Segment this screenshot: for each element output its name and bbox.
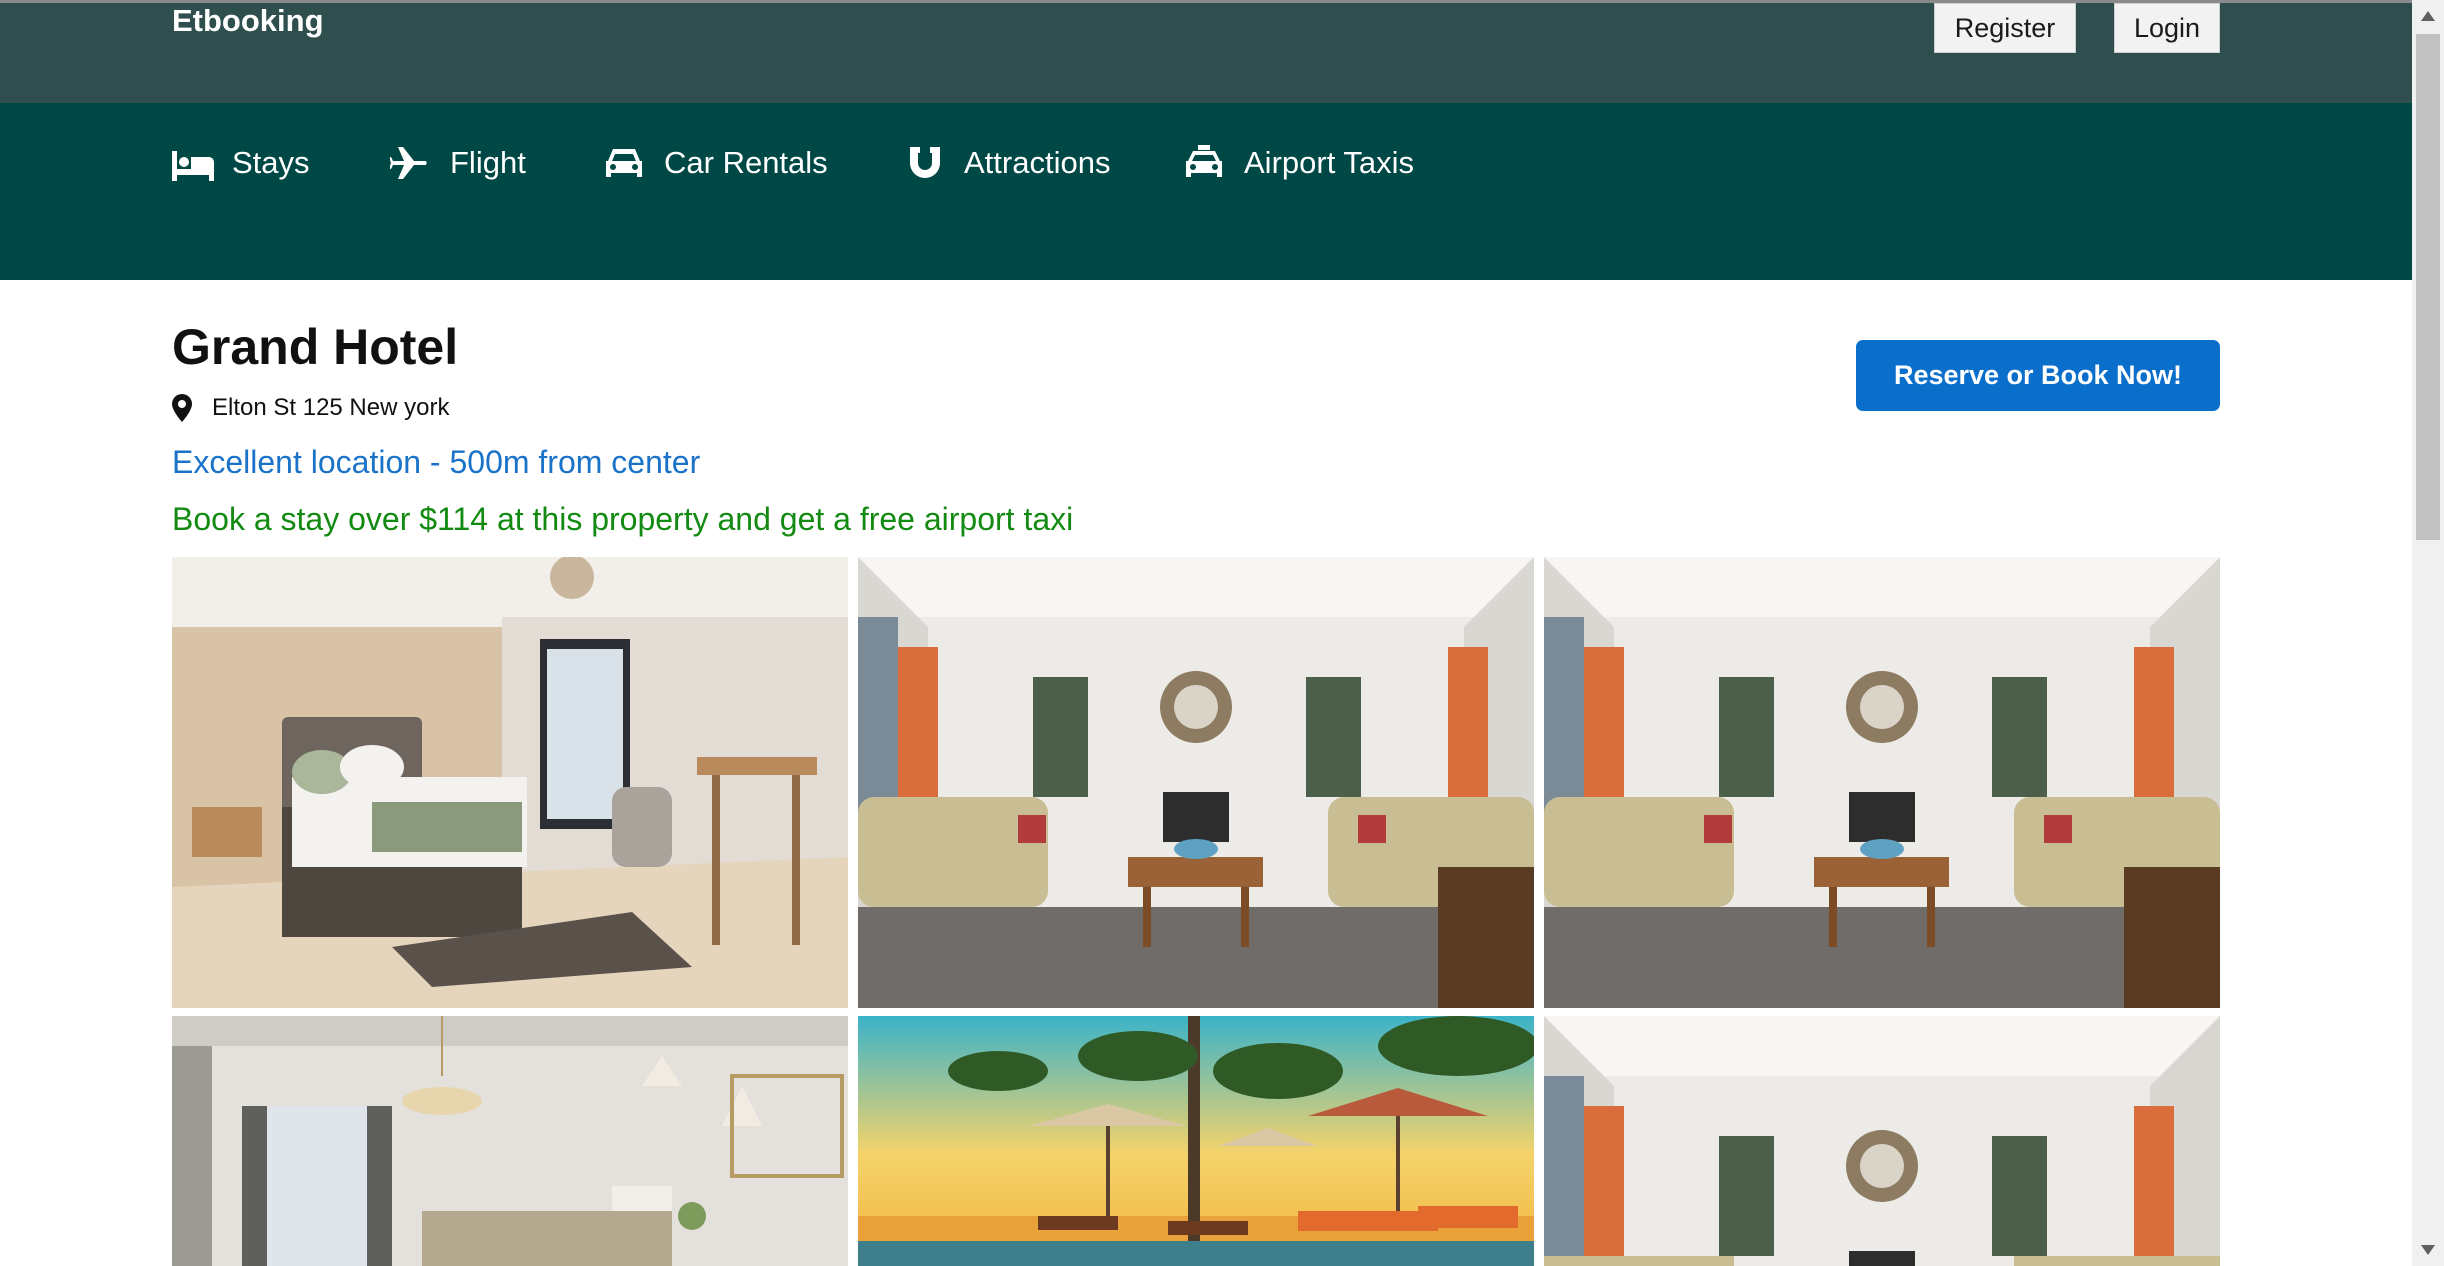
hotel-title: Grand Hotel (172, 319, 459, 375)
nav-label: Attractions (964, 145, 1111, 180)
category-nav: Stays Flight Car Rentals Attractions Air… (0, 103, 2412, 280)
car-icon (606, 149, 642, 177)
living-room-image (1544, 557, 2220, 1008)
nav-label: Stays (232, 145, 310, 180)
living-room-image (858, 557, 1534, 1008)
login-button[interactable]: Login (2114, 3, 2220, 53)
hotel-photo-living-room[interactable] (1544, 557, 2220, 1008)
bed-icon (172, 151, 214, 181)
hotel-address: Elton St 125 New york (172, 394, 449, 422)
promo-text: Book a stay over $114 at this property a… (172, 501, 1074, 537)
hotel-photo-bedroom[interactable] (172, 557, 848, 1008)
beach-resort-image (858, 1016, 1534, 1266)
scrollbar-thumb[interactable] (2416, 34, 2440, 540)
taxi-icon (1186, 145, 1222, 177)
nav-label: Airport Taxis (1244, 145, 1414, 180)
magnet-icon (910, 147, 940, 178)
hotel-photo-lounge[interactable] (172, 1016, 848, 1266)
nav-item-stays[interactable]: Stays (172, 143, 310, 183)
scroll-up-arrow-icon[interactable] (2412, 0, 2444, 32)
nav-item-airport-taxis[interactable]: Airport Taxis (1184, 143, 1414, 183)
location-pin-icon (172, 394, 192, 422)
nav-label: Flight (450, 145, 526, 180)
register-button[interactable]: Register (1934, 3, 2076, 53)
lounge-image (172, 1016, 848, 1266)
address-text: Elton St 125 New york (212, 394, 450, 421)
nav-item-flight[interactable]: Flight (390, 143, 526, 183)
location-note: Excellent location - 500m from center (172, 444, 701, 480)
nav-item-car-rentals[interactable]: Car Rentals (604, 143, 828, 183)
hotel-photo-living-room[interactable] (858, 557, 1534, 1008)
hotel-photo-living-room[interactable] (1544, 1016, 2220, 1266)
plane-icon (390, 147, 427, 179)
logo[interactable]: Etbooking (172, 3, 324, 39)
hotel-photo-beach-resort[interactable] (858, 1016, 1534, 1266)
top-bar: Etbooking Register Login (0, 3, 2412, 103)
nav-label: Car Rentals (664, 145, 828, 180)
bedroom-image (172, 557, 848, 1008)
nav-item-attractions[interactable]: Attractions (904, 143, 1110, 183)
reserve-button[interactable]: Reserve or Book Now! (1856, 340, 2220, 411)
living-room-image (1544, 1016, 2220, 1266)
scroll-down-arrow-icon[interactable] (2412, 1234, 2444, 1266)
